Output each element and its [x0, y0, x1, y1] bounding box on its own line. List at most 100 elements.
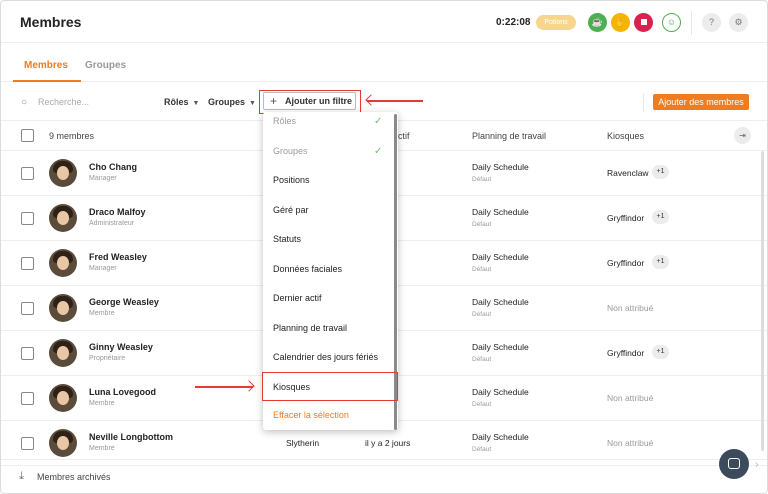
avatar [49, 249, 77, 277]
extra-count-badge[interactable]: +1 [652, 165, 669, 179]
check-icon: ✓ [374, 145, 383, 157]
member-schedule-sub: Défaut [472, 311, 492, 318]
member-schedule-sub: Défaut [472, 356, 492, 363]
chevron-down-icon: ▼ [192, 100, 200, 107]
filter-option-label: Positions [273, 175, 310, 185]
member-kiosk: Gryffindor [607, 213, 645, 223]
member-schedule: Daily Schedule [472, 207, 529, 217]
filter-option-label: Géré par [273, 204, 309, 215]
select-all-checkbox[interactable] [21, 129, 34, 142]
divider [691, 11, 692, 35]
timer: 0:22:08 [496, 17, 531, 28]
member-role: Administrateur [89, 220, 135, 227]
footer: ⤓ Membres archivés [1, 459, 767, 493]
clear-selection-button[interactable]: Effacer la sélection [263, 401, 391, 430]
chat-icon [728, 458, 740, 469]
member-schedule: Daily Schedule [472, 342, 529, 352]
filter-option[interactable]: Planning de travail [263, 314, 391, 343]
filter-option-label: Calendrier des jours fériés [273, 352, 379, 362]
avatar [49, 294, 77, 322]
member-name[interactable]: Ginny Weasley [89, 342, 153, 352]
hand-icon[interactable]: ✋ [611, 13, 630, 32]
stop-icon[interactable] [634, 13, 653, 32]
chevron-right-icon[interactable]: › [755, 459, 759, 471]
member-schedule-sub: Défaut [472, 401, 492, 408]
filter-option[interactable]: Dernier actif [263, 284, 391, 313]
member-name[interactable]: Fred Weasley [89, 252, 147, 262]
member-kiosk: Non attribué [607, 393, 654, 403]
chevron-down-icon: ▼ [249, 100, 256, 107]
member-group: Slytherin [286, 438, 320, 448]
chat-launcher[interactable] [719, 449, 749, 479]
filter-option[interactable]: Calendrier des jours fériés [263, 343, 391, 372]
row-checkbox[interactable] [21, 257, 34, 270]
export-icon[interactable]: ⇥ [734, 127, 751, 144]
member-schedule-sub: Défaut [472, 446, 492, 453]
extra-count-badge[interactable]: +1 [652, 255, 669, 269]
member-count: 9 membres [49, 131, 95, 141]
filter-option[interactable]: Groupes ✓ [263, 137, 391, 166]
avatar [49, 429, 77, 457]
member-schedule: Daily Schedule [472, 387, 529, 397]
row-checkbox[interactable] [21, 167, 34, 180]
extra-count-badge[interactable]: +1 [652, 345, 669, 359]
status-pill[interactable]: Potions [536, 15, 576, 30]
member-name[interactable]: Draco Malfoy [89, 207, 146, 217]
help-icon[interactable]: ? [702, 13, 721, 32]
archive-icon: ⤓ [19, 470, 24, 482]
filter-option-label: Dernier actif [273, 293, 322, 303]
row-checkbox[interactable] [21, 392, 34, 405]
groups-dropdown[interactable]: Groupes ▼ [208, 97, 256, 107]
member-role: Manager [89, 175, 117, 182]
archived-members-link[interactable]: Membres archivés [37, 472, 111, 482]
filter-option-label: Statuts [273, 234, 302, 244]
member-role: Propriétaire [89, 355, 126, 362]
user-check-icon[interactable]: ☺ [662, 13, 681, 32]
search-input[interactable] [38, 95, 148, 109]
groups-dropdown-label: Groupes [208, 97, 246, 107]
extra-count-badge[interactable]: +1 [652, 210, 669, 224]
member-kiosk: Gryffindor [607, 348, 645, 358]
roles-dropdown[interactable]: Rôles ▼ [164, 97, 199, 107]
filter-option[interactable]: Données faciales [263, 255, 391, 284]
filter-option[interactable]: Rôles ✓ [263, 107, 391, 136]
annotation-arrow [367, 100, 423, 102]
row-checkbox[interactable] [21, 437, 34, 450]
coffee-cup-icon[interactable]: ☕ [588, 13, 607, 32]
member-schedule: Daily Schedule [472, 297, 529, 307]
member-role: Membre [89, 445, 115, 452]
member-name[interactable]: Cho Chang [89, 162, 137, 172]
tab-membres[interactable]: Membres [13, 60, 81, 82]
highlight-box [262, 372, 398, 401]
filter-option[interactable]: Positions [263, 166, 391, 195]
filter-option-label: Rôles [273, 116, 297, 126]
avatar [49, 384, 77, 412]
settings-icon[interactable]: ⚙ [729, 13, 748, 32]
scrollbar[interactable] [761, 151, 764, 451]
top-bar: Membres 0:22:08 Potions ☕ ✋ ☺ ? ⚙ [1, 1, 767, 43]
avatar [49, 204, 77, 232]
filter-option-label: Planning de travail [273, 322, 348, 333]
member-schedule: Daily Schedule [472, 432, 529, 442]
filter-option-label: Groupes [273, 145, 308, 156]
member-role: Membre [89, 400, 115, 407]
filter-option[interactable]: Statuts [263, 225, 391, 254]
row-checkbox[interactable] [21, 302, 34, 315]
member-name[interactable]: George Weasley [89, 297, 159, 307]
members-page: Membres 0:22:08 Potions ☕ ✋ ☺ ? ⚙ Membre… [0, 0, 768, 494]
member-last-active: il y a 2 jours [365, 438, 411, 448]
member-name[interactable]: Neville Longbottom [89, 432, 173, 442]
member-schedule: Daily Schedule [472, 252, 529, 262]
tab-groupes[interactable]: Groupes [85, 60, 126, 71]
add-members-button[interactable]: Ajouter des membres [653, 94, 749, 110]
column-header-kiosks: Kiosques [607, 131, 645, 141]
member-name[interactable]: Luna Lovegood [89, 387, 156, 397]
filter-option[interactable]: Géré par [263, 196, 391, 225]
avatar [49, 339, 77, 367]
member-kiosk: Non attribué [607, 303, 654, 313]
member-schedule-sub: Défaut [472, 266, 492, 273]
member-kiosk: Non attribué [607, 438, 654, 448]
row-checkbox[interactable] [21, 347, 34, 360]
member-kiosk: Ravenclaw [607, 168, 649, 178]
row-checkbox[interactable] [21, 212, 34, 225]
